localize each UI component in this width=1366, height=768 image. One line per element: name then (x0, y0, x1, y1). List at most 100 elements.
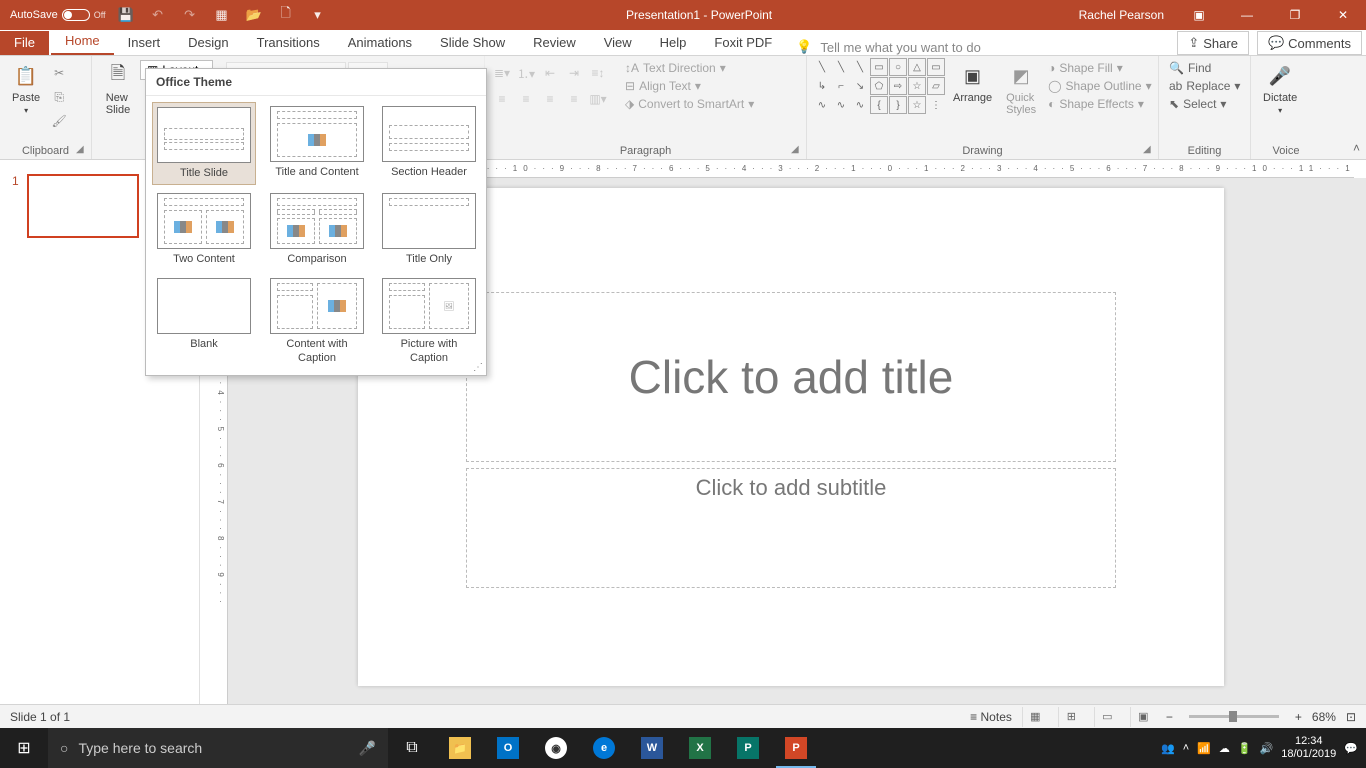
open-icon[interactable]: 📂 (242, 3, 266, 27)
word-icon[interactable]: W (628, 728, 676, 768)
powerpoint-icon[interactable]: P (772, 728, 820, 768)
tell-me-search[interactable]: 💡 Tell me what you want to do (786, 39, 991, 55)
excel-icon[interactable]: X (676, 728, 724, 768)
tab-review[interactable]: Review (519, 31, 590, 55)
bullets-icon[interactable]: ≣▾ (491, 62, 513, 84)
ribbon-display-options-icon[interactable]: ▣ (1176, 0, 1222, 30)
task-view-icon[interactable]: ⧉ (388, 728, 436, 768)
tab-slide-show[interactable]: Slide Show (426, 31, 519, 55)
normal-view-icon[interactable]: ▦ (1022, 707, 1048, 727)
slide-sorter-view-icon[interactable]: ⊞ (1058, 707, 1084, 727)
copy-icon[interactable]: ⎘ (48, 86, 70, 108)
tab-foxit-pdf[interactable]: Foxit PDF (700, 31, 786, 55)
minimize-button[interactable]: — (1224, 0, 1270, 30)
find-button[interactable]: 🔍Find (1165, 60, 1215, 76)
qat-customize-icon[interactable]: ▾ (306, 3, 330, 27)
volume-icon[interactable]: 🔊 (1260, 742, 1274, 755)
dictate-button[interactable]: 🎤 Dictate ▾ (1257, 58, 1303, 119)
zoom-slider[interactable] (1189, 715, 1279, 718)
shape-effects-button[interactable]: ◐Shape Effects ▾ (1044, 96, 1156, 112)
align-center-icon[interactable]: ≡ (515, 88, 537, 110)
layout-title-slide[interactable]: Title Slide (152, 102, 256, 185)
tab-help[interactable]: Help (646, 31, 701, 55)
outlook-icon[interactable]: O (484, 728, 532, 768)
wifi-icon[interactable]: 📶 (1197, 742, 1211, 755)
tab-home[interactable]: Home (51, 29, 114, 55)
shapes-gallery[interactable]: ╲╲╲▭○△▭ ↳⌐↘⬠⇨☆▱ ∿∿∿{}☆⋮ (813, 58, 945, 114)
zoom-in-icon[interactable]: + (1295, 710, 1302, 724)
tab-file[interactable]: File (0, 31, 49, 55)
user-name[interactable]: Rachel Pearson (1069, 8, 1174, 22)
align-text-button[interactable]: ⊟Align Text ▾ (621, 78, 758, 94)
arrange-button[interactable]: ▣ Arrange (947, 58, 998, 108)
battery-icon[interactable]: 🔋 (1238, 742, 1252, 755)
notes-button[interactable]: ≡ Notes (970, 710, 1012, 724)
line-spacing-icon[interactable]: ≡↕ (587, 62, 609, 84)
autosave-toggle[interactable]: AutoSave Off (10, 9, 106, 21)
drawing-launcher-icon[interactable]: ◢ (1143, 144, 1155, 156)
collapse-ribbon-icon[interactable]: ˄ (1353, 141, 1360, 155)
layout-comparison[interactable]: Comparison (266, 189, 368, 270)
shape-outline-button[interactable]: ◯Shape Outline ▾ (1044, 78, 1156, 94)
numbering-icon[interactable]: ⒈▾ (515, 62, 537, 84)
layout-title-and-content[interactable]: Title and Content (266, 102, 368, 185)
taskbar-search[interactable]: ○ Type here to search 🎤 (48, 728, 388, 768)
justify-icon[interactable]: ≡ (563, 88, 585, 110)
paste-button[interactable]: 📋 Paste ▾ (6, 58, 46, 119)
title-placeholder[interactable]: Click to add title (466, 292, 1116, 462)
text-direction-button[interactable]: ↕AText Direction ▾ (621, 60, 758, 76)
layout-picture-with-caption[interactable]: 🖼 Picture with Caption (378, 274, 480, 368)
people-icon[interactable]: 👥 (1161, 742, 1175, 755)
share-button[interactable]: ⇪ Share (1177, 31, 1249, 55)
redo-icon[interactable]: ↷ (178, 3, 202, 27)
paragraph-launcher-icon[interactable]: ◢ (791, 144, 803, 156)
zoom-level[interactable]: 68% (1312, 710, 1336, 724)
format-painter-icon[interactable]: 🖌 (48, 110, 70, 132)
align-right-icon[interactable]: ≡ (539, 88, 561, 110)
tab-insert[interactable]: Insert (114, 31, 175, 55)
tab-animations[interactable]: Animations (334, 31, 426, 55)
reading-view-icon[interactable]: ▭ (1094, 707, 1120, 727)
onedrive-icon[interactable]: ☁ (1219, 742, 1230, 755)
align-left-icon[interactable]: ≡ (491, 88, 513, 110)
select-button[interactable]: ⬉Select ▾ (1165, 96, 1230, 112)
layout-blank[interactable]: Blank (152, 274, 256, 368)
layout-two-content[interactable]: Two Content (152, 189, 256, 270)
action-center-icon[interactable]: 💬 (1344, 742, 1358, 755)
undo-icon[interactable]: ↶ (146, 3, 170, 27)
decrease-indent-icon[interactable]: ⇤ (539, 62, 561, 84)
comments-button[interactable]: 💬 Comments (1257, 31, 1362, 55)
tab-view[interactable]: View (590, 31, 646, 55)
resize-grip-icon[interactable]: ⋰ (473, 362, 483, 373)
columns-icon[interactable]: ▥▾ (587, 88, 609, 110)
start-from-beginning-icon[interactable]: ▦ (210, 3, 234, 27)
chrome-icon[interactable]: ◉ (532, 728, 580, 768)
new-icon[interactable]: 🗋 (274, 3, 298, 27)
layout-section-header[interactable]: Section Header (378, 102, 480, 185)
save-icon[interactable]: 💾 (114, 3, 138, 27)
fit-to-window-icon[interactable]: ⊡ (1346, 710, 1356, 724)
tab-design[interactable]: Design (174, 31, 242, 55)
close-button[interactable]: ✕ (1320, 0, 1366, 30)
edge-icon[interactable]: e (580, 728, 628, 768)
tab-transitions[interactable]: Transitions (243, 31, 334, 55)
increase-indent-icon[interactable]: ⇥ (563, 62, 585, 84)
layout-content-with-caption[interactable]: Content with Caption (266, 274, 368, 368)
file-explorer-icon[interactable]: 📁 (436, 728, 484, 768)
new-slide-button[interactable]: 🗎 New Slide (98, 58, 138, 120)
zoom-out-icon[interactable]: − (1166, 710, 1173, 724)
publisher-icon[interactable]: P (724, 728, 772, 768)
tray-overflow-icon[interactable]: ˄ (1183, 742, 1189, 754)
shape-fill-button[interactable]: ◑Shape Fill ▾ (1044, 60, 1156, 76)
subtitle-placeholder[interactable]: Click to add subtitle (466, 468, 1116, 588)
clock[interactable]: 12:34 18/01/2019 (1281, 735, 1336, 761)
cut-icon[interactable]: ✂ (48, 62, 70, 84)
quick-styles-button[interactable]: ◩ Quick Styles (1000, 58, 1042, 120)
start-button[interactable]: ⊞ (0, 728, 48, 768)
slideshow-view-icon[interactable]: ▣ (1130, 707, 1156, 727)
clipboard-launcher-icon[interactable]: ◢ (76, 144, 88, 156)
layout-title-only[interactable]: Title Only (378, 189, 480, 270)
convert-smartart-button[interactable]: ⬗Convert to SmartArt ▾ (621, 96, 758, 112)
replace-button[interactable]: abReplace ▾ (1165, 78, 1244, 94)
slide-canvas[interactable]: Click to add title Click to add subtitle (358, 188, 1224, 686)
